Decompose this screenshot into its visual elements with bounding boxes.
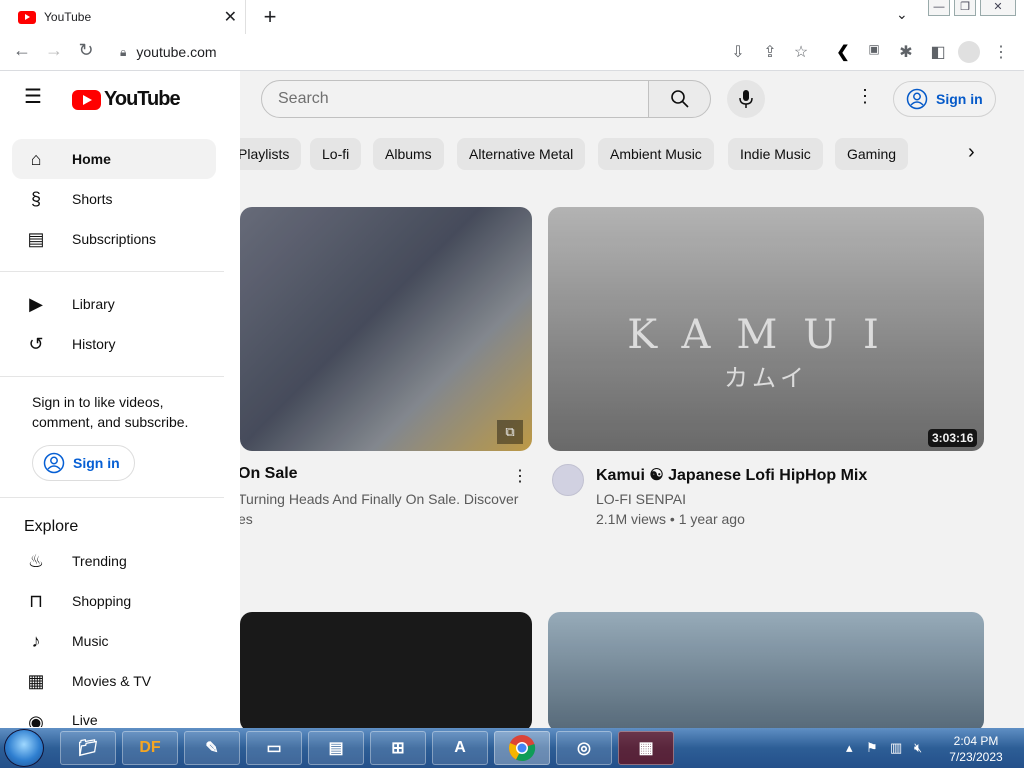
monitor-taskbar-icon[interactable]: ▭ bbox=[246, 731, 302, 765]
explorer-taskbar-icon[interactable]: 📁︎ bbox=[60, 731, 116, 765]
sidebar-item-label: Movies & TV bbox=[72, 673, 152, 689]
sidebar-item-label: Subscriptions bbox=[72, 231, 157, 247]
sidebar-sign-in-button[interactable]: Sign in bbox=[32, 445, 135, 481]
clock-time: 2:04 PM bbox=[953, 734, 999, 748]
chrome-icon bbox=[509, 735, 536, 762]
sidebar-item-label: Music bbox=[72, 633, 109, 649]
sidebar-item-label: Shorts bbox=[72, 191, 113, 207]
notepad-taskbar-icon[interactable]: ✎ bbox=[184, 731, 240, 765]
sidebar-item-label: Home bbox=[72, 151, 111, 167]
account-circle-icon bbox=[43, 452, 65, 474]
forward-arrow-icon[interactable]: → bbox=[42, 40, 66, 61]
sidebar-item-subscriptions[interactable]: ▤ Subscriptions bbox=[12, 219, 216, 259]
sign-in-prompt: Sign in to like videos, comment, and sub… bbox=[32, 394, 189, 430]
trending-icon: ♨ bbox=[27, 550, 45, 571]
new-tab-button[interactable]: + bbox=[258, 4, 282, 30]
sign-in-label: Sign in bbox=[73, 455, 120, 471]
youtube-logo[interactable]: YouTube bbox=[72, 88, 181, 111]
extension-badge-icon[interactable]: ▣ bbox=[863, 42, 885, 56]
url-text: youtube.com bbox=[136, 44, 217, 60]
youtube-play-icon bbox=[72, 89, 101, 110]
sidebar-item-live[interactable]: ◉ Live bbox=[12, 701, 216, 727]
start-button[interactable] bbox=[4, 729, 44, 767]
shopping-icon: ⊓ bbox=[28, 590, 44, 611]
app-taskbar-icon[interactable]: ▦ bbox=[618, 731, 674, 765]
tab-title: YouTube bbox=[44, 10, 92, 24]
sidebar-item-history[interactable]: ↺ History bbox=[12, 324, 216, 364]
network-taskbar-icon[interactable]: ⊞ bbox=[370, 731, 426, 765]
browser-menu-icon[interactable]: ⋮ bbox=[990, 42, 1012, 62]
sidebar-divider bbox=[0, 376, 224, 377]
tray-expand-icon[interactable]: ▴ bbox=[846, 740, 853, 756]
sidebar-item-label: Shopping bbox=[72, 593, 132, 609]
sidebar-divider bbox=[0, 497, 224, 498]
reload-icon[interactable]: ↻ bbox=[74, 40, 98, 61]
install-icon[interactable]: ⇩ bbox=[727, 42, 749, 62]
back-arrow-icon[interactable]: ← bbox=[10, 40, 34, 61]
music-icon: ♪ bbox=[31, 630, 41, 651]
sidebar-item-music[interactable]: ♪ Music bbox=[12, 621, 216, 661]
sidebar-item-trending[interactable]: ♨ Trending bbox=[12, 541, 216, 581]
side-panel-icon[interactable]: ◧ bbox=[927, 42, 949, 62]
action-center-icon[interactable]: ⚑ bbox=[866, 740, 878, 756]
movies-icon: ▦ bbox=[27, 670, 45, 691]
page-dim-overlay[interactable] bbox=[240, 71, 1024, 728]
sidebar-item-home[interactable]: ⌂ Home bbox=[12, 139, 216, 179]
network-tray-icon[interactable]: ▥ bbox=[890, 740, 902, 756]
sidebar-item-library[interactable]: ▶ Library bbox=[12, 284, 216, 324]
address-bar[interactable]: 🔒︎ youtube.com bbox=[120, 44, 217, 60]
lock-icon: 🔒︎ bbox=[120, 44, 127, 59]
taskbar-clock[interactable]: 2:04 PM 7/23/2023 bbox=[938, 733, 1014, 765]
sidebar-item-movies-tv[interactable]: ▦ Movies & TV bbox=[12, 661, 216, 701]
extensions-puzzle-icon[interactable]: ✱ bbox=[895, 42, 917, 62]
shorts-icon: § bbox=[30, 188, 41, 209]
sidebar-item-shorts[interactable]: § Shorts bbox=[12, 179, 216, 219]
browser-tab[interactable]: YouTube ✕ bbox=[6, 0, 246, 34]
youtube-favicon-icon bbox=[18, 10, 36, 24]
sidebar-item-label: Live bbox=[72, 712, 98, 727]
explore-heading: Explore bbox=[24, 518, 79, 535]
df-taskbar-button[interactable]: DF bbox=[122, 731, 178, 765]
subscriptions-icon: ▤ bbox=[27, 228, 45, 249]
extension-arrow-icon[interactable]: ❮ bbox=[832, 42, 854, 62]
home-icon: ⌂ bbox=[30, 148, 42, 169]
sidebar-divider bbox=[0, 271, 224, 272]
share-icon[interactable]: ⇪ bbox=[759, 42, 781, 62]
media-player-taskbar-icon[interactable]: ◎ bbox=[556, 731, 612, 765]
restore-button[interactable]: ❐ bbox=[954, 0, 976, 16]
document-taskbar-icon[interactable]: A bbox=[432, 731, 488, 765]
bookmark-star-icon[interactable]: ☆ bbox=[790, 42, 812, 62]
clock-date: 7/23/2023 bbox=[949, 750, 1003, 764]
logo-text: YouTube bbox=[104, 88, 181, 110]
close-window-button[interactable]: ✕ bbox=[980, 0, 1016, 16]
sidebar-item-shopping[interactable]: ⊓ Shopping bbox=[12, 581, 216, 621]
profile-avatar-icon[interactable] bbox=[958, 41, 980, 63]
sidebar-item-label: Library bbox=[72, 296, 115, 312]
volume-muted-icon[interactable]: 🔇︎ bbox=[914, 740, 922, 756]
chrome-taskbar-icon[interactable] bbox=[494, 731, 550, 765]
window-taskbar-icon[interactable]: ▤ bbox=[308, 731, 364, 765]
tab-close-icon[interactable]: ✕ bbox=[224, 7, 237, 27]
sidebar-item-label: History bbox=[72, 336, 116, 352]
tab-search-chevron-icon[interactable]: ⌄ bbox=[896, 6, 908, 23]
history-icon: ↺ bbox=[28, 333, 44, 354]
minimize-button[interactable]: — bbox=[928, 0, 950, 16]
library-icon: ▶ bbox=[29, 293, 43, 314]
hamburger-menu-icon[interactable]: ☰ bbox=[24, 84, 42, 109]
sidebar-item-label: Trending bbox=[72, 553, 127, 569]
live-icon: ◉ bbox=[28, 712, 44, 727]
